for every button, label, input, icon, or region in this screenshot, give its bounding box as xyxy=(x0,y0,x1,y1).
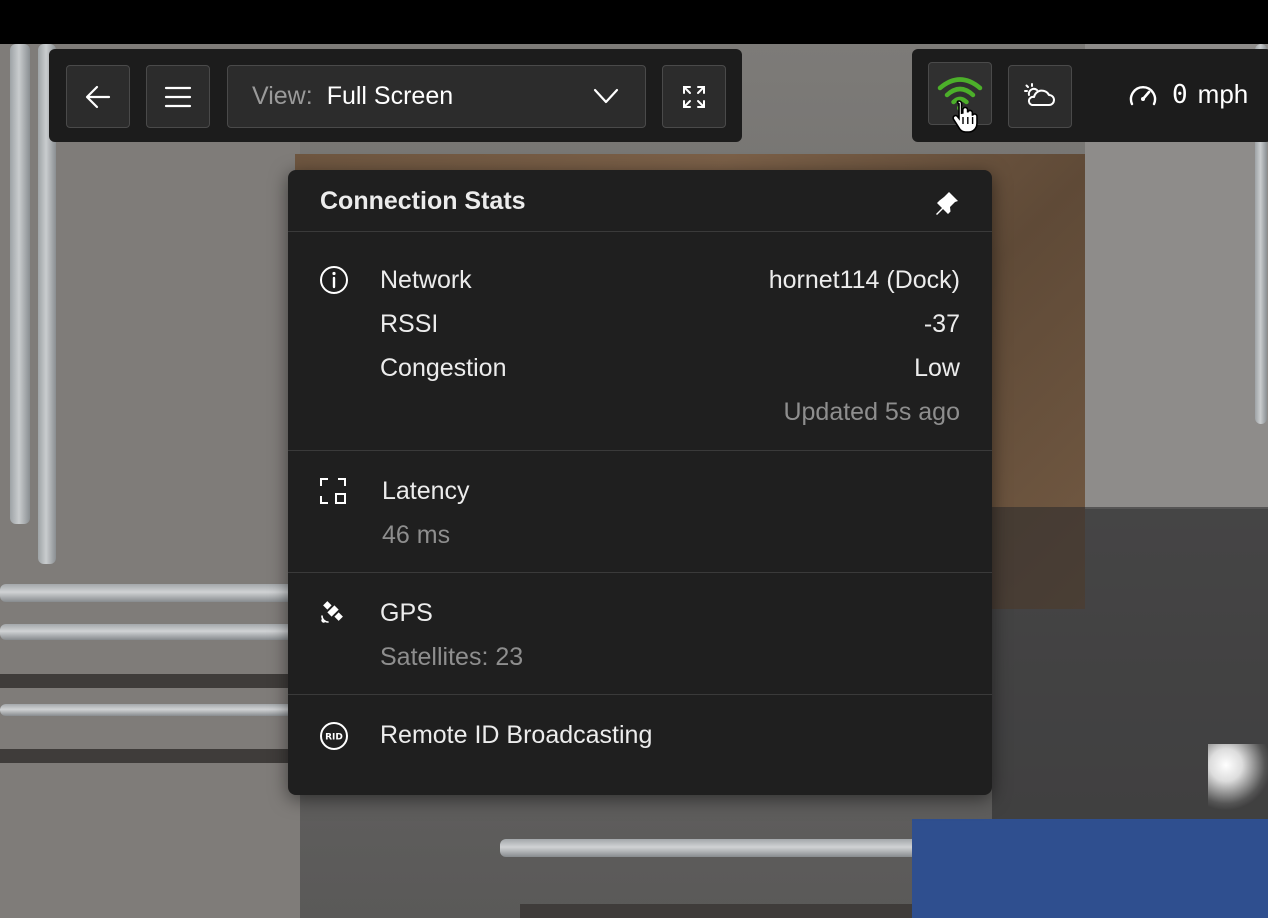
conduit-pipe xyxy=(10,44,30,524)
rssi-value: -37 xyxy=(923,310,960,338)
view-select[interactable]: View: Full Screen xyxy=(227,65,646,128)
menu-button[interactable] xyxy=(146,65,210,128)
speed-value: 0 xyxy=(1172,79,1188,110)
conduit-pipe xyxy=(0,624,300,640)
fullscreen-icon xyxy=(683,85,705,108)
speed-readout: 0 mph xyxy=(1128,79,1248,110)
conduit-pipe xyxy=(500,839,920,857)
gps-label: GPS xyxy=(380,599,433,627)
info-icon xyxy=(320,266,348,294)
updated-timestamp: Updated 5s ago xyxy=(783,398,960,426)
popover-header: Connection Stats xyxy=(288,170,992,232)
hand-cursor-icon xyxy=(952,100,978,133)
speedometer-icon xyxy=(1129,85,1157,105)
congestion-label: Congestion xyxy=(380,354,507,382)
svg-text:RID: RID xyxy=(325,733,343,743)
back-button[interactable] xyxy=(66,65,130,128)
conduit-pipe xyxy=(0,704,300,716)
gps-satellites: Satellites: 23 xyxy=(380,643,524,671)
pin-icon[interactable] xyxy=(932,189,960,215)
blue-container xyxy=(912,819,1268,918)
left-toolbar: View: Full Screen xyxy=(49,49,742,142)
remote-id-icon: RID xyxy=(320,722,348,750)
weather-button[interactable] xyxy=(1008,65,1072,128)
arrow-left-icon xyxy=(85,85,111,108)
latency-label: Latency xyxy=(382,477,470,505)
speed-unit: mph xyxy=(1197,79,1249,109)
conduit-pipe xyxy=(0,584,300,602)
latency-section: Latency 46 ms xyxy=(288,451,992,573)
gps-section: GPS Satellites: 23 xyxy=(288,573,992,695)
dark-strip xyxy=(520,904,920,918)
congestion-value: Low xyxy=(914,354,960,382)
view-value: Full Screen xyxy=(326,82,454,110)
dark-strip xyxy=(0,674,300,688)
latency-icon xyxy=(320,478,346,504)
popover-title: Connection Stats xyxy=(320,187,526,215)
top-bar xyxy=(0,0,1268,44)
network-label: Network xyxy=(380,266,472,294)
network-value: hornet114 (Dock) xyxy=(768,266,960,294)
connection-stats-popover: Connection Stats Network hornet114 (Dock… xyxy=(288,170,992,795)
remote-id-section: RID Remote ID Broadcasting xyxy=(288,695,992,793)
view-prefix: View: xyxy=(252,82,313,110)
chevron-down-icon xyxy=(593,88,619,104)
network-section: Network hornet114 (Dock) RSSI -37 Conges… xyxy=(288,232,992,451)
connection-stats-button[interactable] xyxy=(928,62,992,133)
cloud-sun-icon xyxy=(1024,82,1055,106)
dark-strip xyxy=(0,749,300,763)
remote-id-label: Remote ID Broadcasting xyxy=(380,721,653,749)
satellite-icon xyxy=(321,601,343,623)
right-toolbar: 0 mph xyxy=(912,49,1268,142)
fullscreen-button[interactable] xyxy=(662,65,726,128)
rssi-label: RSSI xyxy=(380,310,439,338)
drone-light xyxy=(1208,744,1268,814)
latency-value: 46 ms xyxy=(382,521,451,549)
hamburger-icon xyxy=(164,86,192,107)
